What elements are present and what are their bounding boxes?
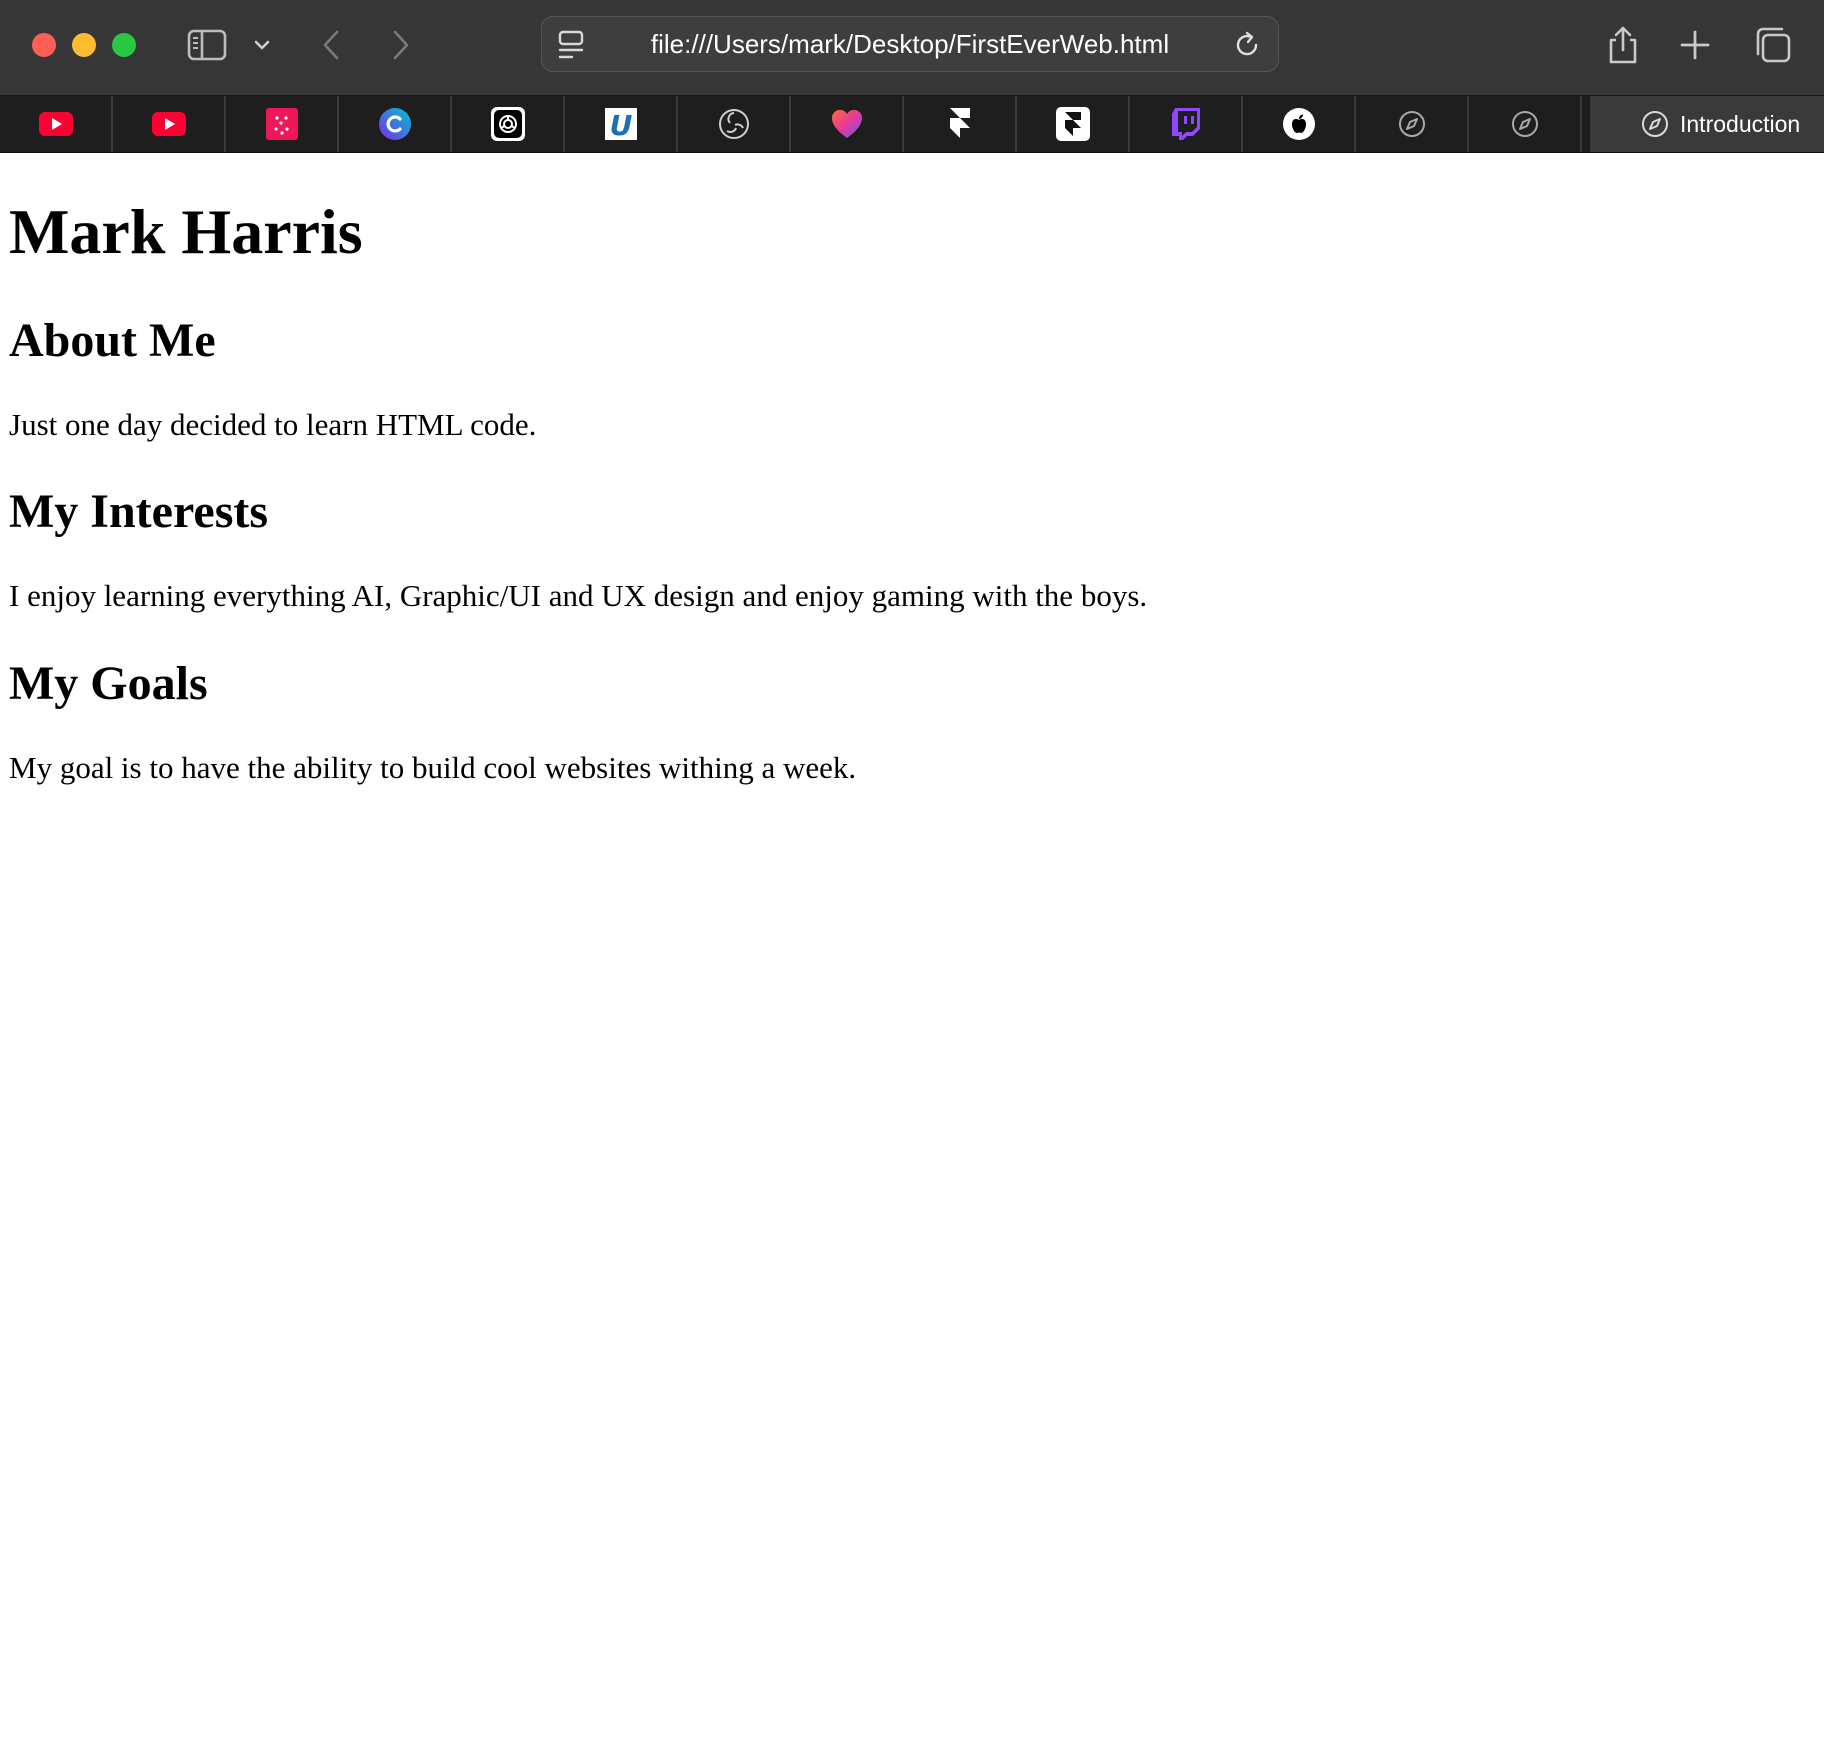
chatgpt-icon	[490, 106, 526, 142]
tab-bar: U Introduction	[0, 96, 1824, 153]
heart-app-icon	[829, 106, 865, 142]
sidebar-menu-button[interactable]	[250, 20, 274, 70]
about-me-heading: About Me	[9, 314, 216, 367]
twitch-icon	[1168, 106, 1204, 142]
framer-icon	[1055, 106, 1091, 142]
goals-text: My goal is to have the ability to build …	[9, 750, 857, 785]
reload-icon[interactable]	[1234, 31, 1262, 59]
tab-overview-icon	[1756, 27, 1791, 63]
svg-text:U: U	[609, 109, 632, 140]
tab-twitch[interactable]	[1130, 96, 1243, 152]
close-window-button[interactable]	[32, 33, 56, 57]
tab-title: Introduction	[1680, 111, 1801, 137]
canva-icon	[377, 106, 413, 142]
url-text[interactable]: file:///Users/mark/Desktop/FirstEverWeb.…	[602, 17, 1218, 71]
u-logo-icon: U	[603, 106, 639, 142]
tab-introduction[interactable]: Introduction	[1590, 96, 1824, 152]
share-button[interactable]	[1600, 20, 1646, 70]
back-button[interactable]	[316, 20, 346, 70]
youtube-icon	[151, 106, 187, 142]
obs-icon	[716, 106, 752, 142]
sidebar-icon	[187, 29, 227, 61]
chevron-down-icon	[254, 40, 270, 50]
tab-site[interactable]	[1469, 96, 1582, 152]
tab-youtube[interactable]	[113, 96, 226, 152]
tab-overview-button[interactable]	[1748, 20, 1798, 70]
youtube-icon	[38, 106, 74, 142]
tab-framer[interactable]	[904, 96, 1017, 152]
tab-pink-app[interactable]	[226, 96, 339, 152]
compass-icon	[1642, 111, 1668, 137]
tab-canva[interactable]	[339, 96, 452, 152]
framer-icon	[942, 106, 978, 142]
minimize-window-button[interactable]	[72, 33, 96, 57]
new-tab-button[interactable]	[1672, 20, 1718, 70]
tab-u-site[interactable]: U	[565, 96, 678, 152]
page-title: Mark Harris	[9, 196, 363, 267]
tab-apple[interactable]	[1243, 96, 1356, 152]
tab-chatgpt[interactable]	[452, 96, 565, 152]
goals-heading: My Goals	[9, 657, 208, 710]
pink-dots-app-icon	[264, 106, 300, 142]
address-bar[interactable]: file:///Users/mark/Desktop/FirstEverWeb.…	[541, 16, 1279, 72]
tab-framer[interactable]	[1017, 96, 1130, 152]
plus-icon	[1680, 30, 1710, 60]
tab-heart-app[interactable]	[791, 96, 904, 152]
maximize-window-button[interactable]	[112, 33, 136, 57]
page-menu-icon[interactable]	[558, 30, 584, 60]
compass-icon	[1507, 106, 1543, 142]
apple-icon	[1281, 106, 1317, 142]
tab-youtube[interactable]	[0, 96, 113, 152]
tab-obs[interactable]	[678, 96, 791, 152]
interests-text: I enjoy learning everything AI, Graphic/…	[9, 578, 1148, 613]
chevron-left-icon	[323, 30, 339, 60]
compass-icon	[1394, 106, 1430, 142]
forward-button[interactable]	[386, 20, 416, 70]
tab-site[interactable]	[1356, 96, 1469, 152]
share-icon	[1609, 26, 1637, 64]
browser-window: file:///Users/mark/Desktop/FirstEverWeb.…	[0, 0, 1824, 1740]
sidebar-toggle-button[interactable]	[182, 20, 232, 70]
chevron-right-icon	[393, 30, 409, 60]
browser-toolbar: file:///Users/mark/Desktop/FirstEverWeb.…	[0, 0, 1824, 96]
interests-heading: My Interests	[9, 485, 269, 538]
about-me-text: Just one day decided to learn HTML code.	[9, 407, 537, 442]
